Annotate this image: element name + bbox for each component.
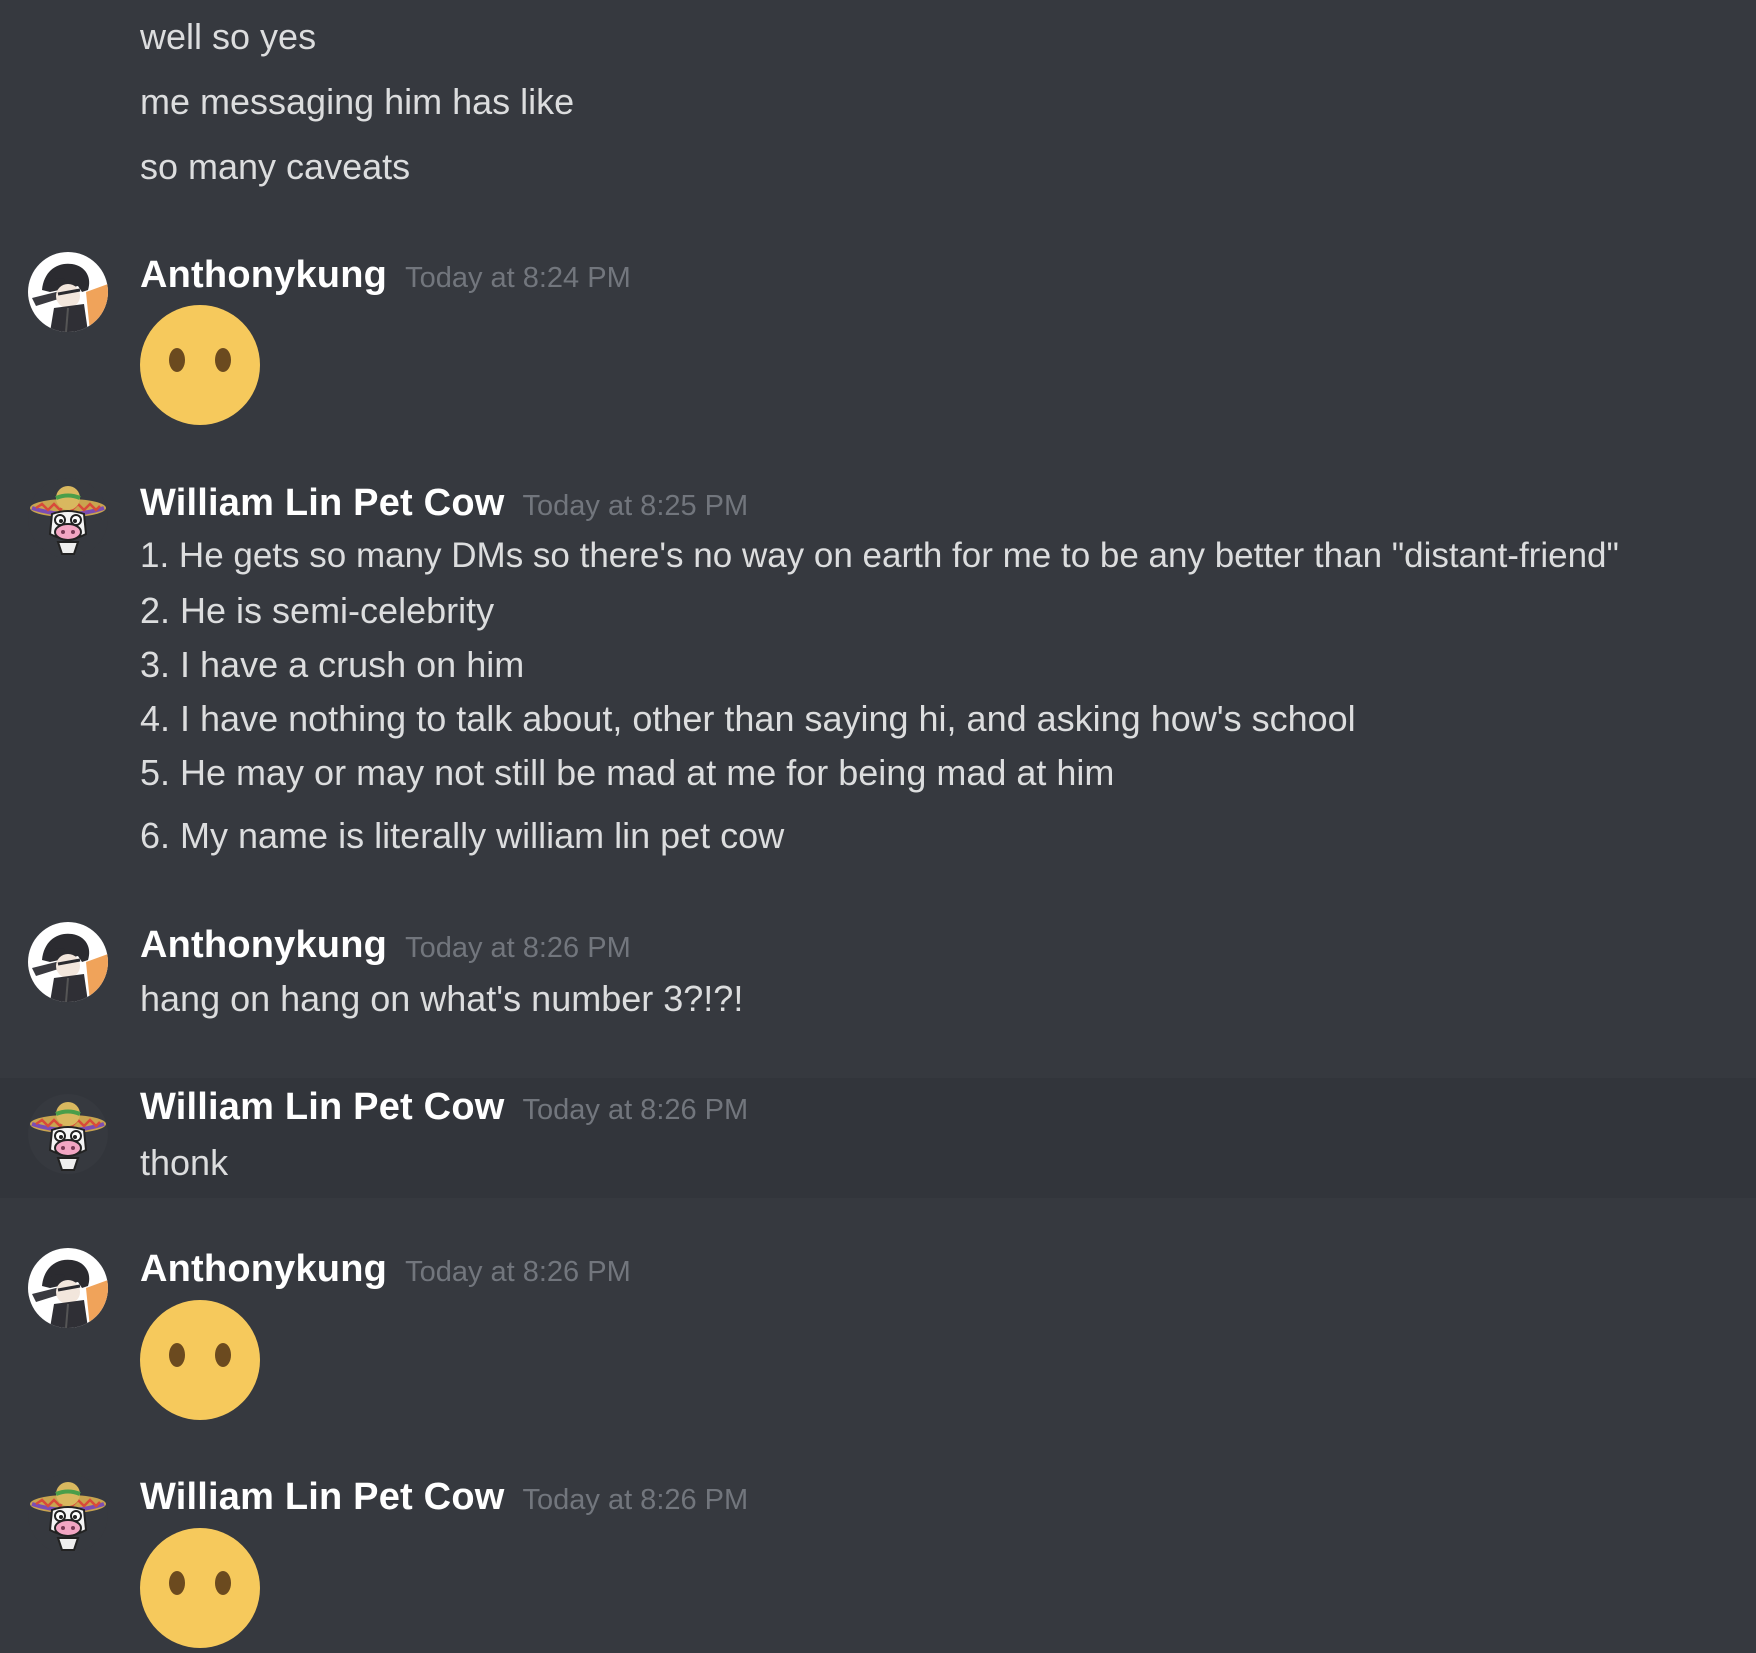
no-mouth-emoji-icon	[140, 1300, 260, 1420]
timestamp: Today at 8:26 PM	[522, 1484, 749, 1516]
message-line: so many caveats	[140, 146, 411, 187]
message-line: hang on hang on what's number 3?!?!	[140, 978, 744, 1019]
message-line: 1. He gets so many DMs so there's no way…	[140, 536, 1619, 575]
timestamp: Today at 8:24 PM	[405, 262, 631, 294]
message-header: Anthonykung Today at 8:26 PM	[140, 1248, 631, 1291]
timestamp: Today at 8:26 PM	[405, 932, 631, 964]
message-header: William Lin Pet Cow Today at 8:26 PM	[140, 1086, 748, 1129]
username[interactable]: William Lin Pet Cow	[140, 1086, 505, 1128]
username[interactable]: Anthonykung	[140, 1248, 387, 1290]
dabbing-person-avatar-icon[interactable]	[28, 922, 108, 1002]
sombrero-cow-avatar-icon[interactable]	[28, 478, 108, 558]
message-group: William Lin Pet Cow Today at 8:26 PM	[0, 1454, 1756, 1600]
no-mouth-emoji-icon	[140, 1528, 260, 1648]
no-mouth-emoji-icon	[140, 305, 260, 425]
message-line: thonk	[140, 1142, 229, 1183]
message-group: William Lin Pet Cow Today at 8:25 PM 1. H…	[0, 460, 1756, 880]
message-header: William Lin Pet Cow Today at 8:25 PM	[140, 482, 748, 525]
sombrero-cow-avatar-icon[interactable]	[28, 1474, 108, 1554]
sombrero-cow-avatar-icon[interactable]	[28, 1094, 108, 1174]
timestamp: Today at 8:25 PM	[522, 490, 749, 522]
dabbing-person-avatar-icon[interactable]	[28, 1248, 108, 1328]
message-line: 5. He may or may not still be mad at me …	[140, 752, 1115, 793]
message-group: Anthonykung Today at 8:24 PM	[0, 230, 1756, 450]
dabbing-person-avatar-icon[interactable]	[28, 252, 108, 332]
username[interactable]: William Lin Pet Cow	[140, 1476, 505, 1518]
timestamp: Today at 8:26 PM	[405, 1256, 631, 1288]
message-group: Anthonykung Today at 8:26 PM hang on hang…	[0, 900, 1756, 1050]
message-group-hovered[interactable]: William Lin Pet Cow Today at 8:26 PM thon…	[0, 1078, 1756, 1198]
message-line: 3. I have a crush on him	[140, 644, 525, 685]
message-line: me messaging him has like	[140, 81, 575, 122]
message-line: well so yes	[140, 16, 317, 57]
message-line: 4. I have nothing to talk about, other t…	[140, 698, 1356, 739]
chat-messages: well so yes me messaging him has like so…	[0, 0, 1756, 1600]
message-group: Anthonykung Today at 8:26 PM	[0, 1224, 1756, 1434]
message-header: Anthonykung Today at 8:26 PM	[140, 924, 631, 967]
username[interactable]: Anthonykung	[140, 254, 387, 296]
message-line: 6. My name is literally william lin pet …	[140, 815, 785, 856]
message-header: William Lin Pet Cow Today at 8:26 PM	[140, 1476, 748, 1519]
username[interactable]: William Lin Pet Cow	[140, 482, 505, 524]
timestamp: Today at 8:26 PM	[522, 1094, 749, 1126]
message-line: 2. He is semi-celebrity	[140, 590, 495, 631]
username[interactable]: Anthonykung	[140, 924, 387, 966]
message-header: Anthonykung Today at 8:24 PM	[140, 254, 631, 297]
